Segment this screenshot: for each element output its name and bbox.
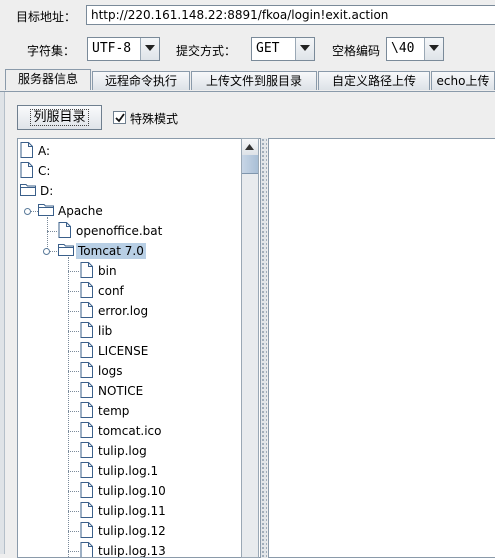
folder-icon [20,182,36,199]
tree-node-label: Apache [58,204,103,218]
chevron-down-icon[interactable] [140,38,159,60]
file-icon [80,522,93,541]
scroll-up-arrow-icon[interactable] [242,139,258,156]
tree-node-label: lib [98,324,113,338]
method-label: 提交方式： [176,44,237,58]
tree-connector-line [47,217,48,251]
tree-connector-line [68,271,79,272]
tree-connector-line [68,257,69,557]
tree-node-label: tulip.log.13 [98,544,166,558]
file-icon [80,482,93,501]
tree-node-label: bin [98,264,117,278]
tree-node-label: tulip.log.10 [98,484,166,498]
file-icon [58,222,71,241]
tree-connector-line [68,291,79,292]
tree-connector-line [68,531,79,532]
tree-node-label: NOTICE [98,384,144,398]
chevron-down-icon[interactable] [295,38,314,60]
tree-connector-line [68,551,79,552]
special-mode-label: 特殊模式 [130,112,179,126]
tree-vertical-scrollbar[interactable] [241,138,259,558]
file-icon [20,162,33,181]
space-encoding-select[interactable]: \40 [386,37,444,61]
file-icon [80,442,93,461]
file-icon [80,282,93,301]
tree-node-label: tomcat.ico [98,424,162,438]
charset-value: UTF-8 [92,41,132,56]
tab-strip: 服务器信息 远程命令执行 上传文件到服目录 自定义路径上传 echo上传 [0,69,495,92]
tree-node-label: conf [98,284,124,298]
tree-node-label: openoffice.bat [76,224,163,238]
tree-node-label: C: [38,164,51,178]
charset-label: 字符集： [27,44,76,58]
checkmark-icon [115,113,125,123]
tree-node-label: tulip.log [98,444,147,458]
tree-expand-handle-icon[interactable] [43,248,50,255]
tree-connector-line [68,391,79,392]
folder-icon [58,242,74,259]
target-url-input[interactable]: http://220.161.148.22:8891/fkoa/login!ex… [86,5,495,25]
tree-connector-line [47,231,57,232]
space-encoding-value: \40 [391,41,415,56]
method-value: GET [256,41,280,56]
tree-connector-line [68,351,79,352]
list-directory-button-label: 列服目录 [30,109,89,126]
tab-custom-path-upload[interactable]: 自定义路径上传 [318,71,430,90]
scrollbar-thumb[interactable] [242,155,258,174]
special-mode-checkbox[interactable] [113,111,126,124]
tab-upload-to-server-dir[interactable]: 上传文件到服目录 [191,71,317,90]
file-icon [80,502,93,521]
space-encoding-label: 空格编码 [332,44,381,58]
tree-node-label: error.log [98,304,149,318]
tab-echo-upload[interactable]: echo上传 [431,71,495,90]
tree-expand-handle-icon[interactable] [24,208,31,215]
tree-connector-line [68,511,79,512]
file-icon [80,422,93,441]
tree-node-label: temp [98,404,130,418]
tree-node-label: tulip.log.12 [98,524,166,538]
tree-node-label: tulip.log.1 [98,464,159,478]
tree-connector-line [68,431,79,432]
directory-tree[interactable]: A: C: D: Apache openoffice.bat Tomcat 7.0 bin c… [17,138,261,558]
folder-icon [38,202,54,219]
file-icon [80,362,93,381]
tree-connector-line [68,311,79,312]
split-pane-divider[interactable] [261,138,267,558]
tree-node-label: Tomcat 7.0 [76,243,146,259]
method-select[interactable]: GET [251,37,315,61]
charset-select[interactable]: UTF-8 [87,37,160,61]
file-icon [80,302,93,321]
left-window-edge [0,92,5,554]
tree-node-label: logs [98,364,123,378]
tree-node-label: D: [40,184,54,198]
tree-connector-line [68,451,79,452]
file-icon [80,542,93,557]
tree-node-label: LICENSE [98,344,149,358]
tab-remote-command[interactable]: 远程命令执行 [92,71,190,90]
tab-server-info[interactable]: 服务器信息 [5,69,91,90]
file-icon [80,262,93,281]
chevron-down-icon[interactable] [424,38,443,60]
file-content-pane[interactable] [268,138,495,558]
tree-node-label: tulip.log.11 [98,504,166,518]
file-icon [80,342,93,361]
file-icon [80,322,93,341]
file-icon [20,142,33,161]
file-icon [80,402,93,421]
tree-connector-line [68,331,79,332]
tree-connector-line [68,411,79,412]
tree-connector-line [68,491,79,492]
target-row: 目标地址： http://220.161.148.22:8891/fkoa/lo… [0,0,495,30]
tree-connector-line [68,471,79,472]
file-icon [80,382,93,401]
file-icon [80,462,93,481]
tree-node-label: A: [38,144,51,158]
tree-connector-line [68,371,79,372]
target-url-label: 目标地址： [16,10,77,24]
list-directory-button[interactable]: 列服目录 [17,105,102,130]
